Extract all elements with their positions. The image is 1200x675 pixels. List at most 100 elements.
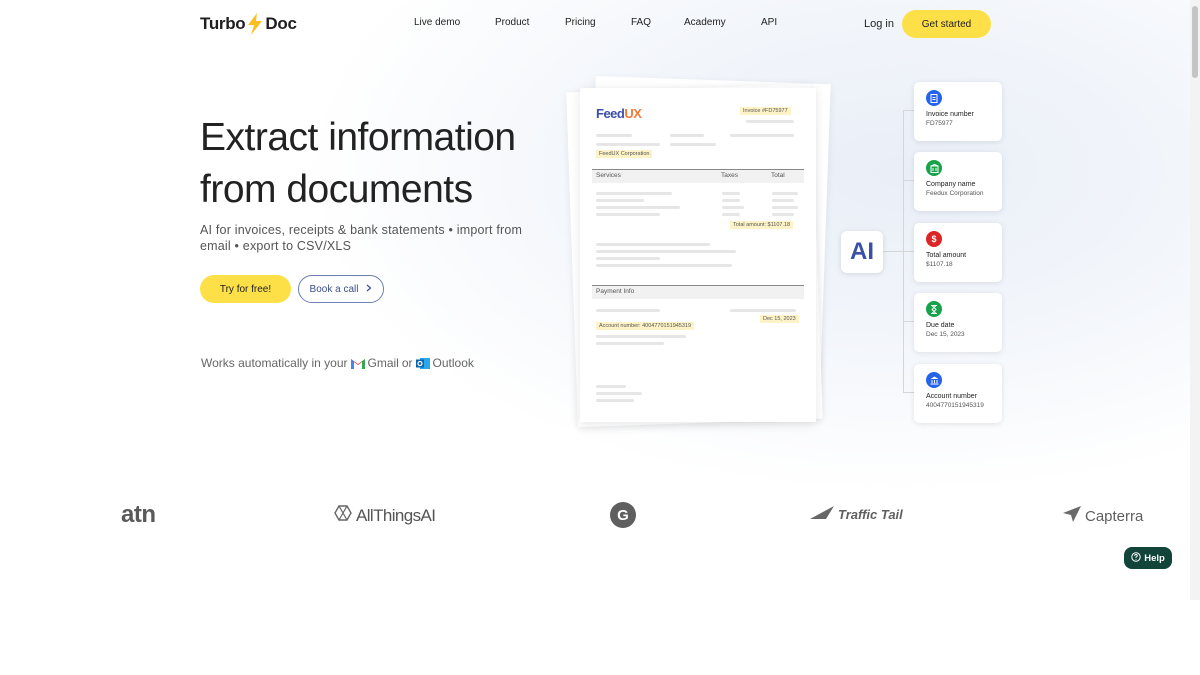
card-value: $1107.18 [926, 261, 953, 268]
brand-allthingsai: AllThingsAI [334, 505, 436, 526]
line [722, 192, 740, 195]
nav-faq[interactable]: FAQ [631, 17, 651, 28]
outlook-label: Outlook [432, 356, 474, 371]
line [596, 243, 710, 246]
line [596, 264, 732, 267]
brand-capterra: Capterra [1063, 506, 1143, 526]
field-card-invoice-number: Invoice number FD75977 [914, 82, 1002, 141]
connector [903, 251, 914, 252]
login-link[interactable]: Log in [864, 18, 894, 30]
line [596, 192, 672, 195]
document-icon [926, 90, 942, 106]
vertical-scrollbar[interactable] [1190, 0, 1200, 600]
company-tag: FeedUX Corporation [596, 150, 653, 158]
line [722, 206, 744, 209]
line [596, 399, 634, 402]
line [772, 199, 794, 202]
gmail-label: Gmail [367, 356, 399, 371]
line [596, 385, 626, 388]
gmail-icon [350, 356, 365, 370]
nav-academy[interactable]: Academy [684, 17, 726, 28]
building-icon [926, 160, 942, 176]
line [722, 199, 740, 202]
try-free-button[interactable]: Try for free! [200, 275, 291, 303]
brand-capterra-label: Capterra [1085, 507, 1144, 525]
card-label: Total amount [926, 252, 967, 259]
line [596, 257, 660, 260]
payment-info-header: Payment Info [592, 285, 804, 299]
line [670, 134, 704, 137]
field-card-due-date: Due date Dec 15, 2023 [914, 293, 1002, 352]
logo-text-left: Turbo [200, 14, 246, 33]
hero-subtitle: AI for invoices, receipts & bank stateme… [200, 223, 523, 253]
works-prefix: Works automatically in your [201, 356, 348, 371]
paper-plane-icon [810, 506, 834, 523]
brand-g2: G [610, 502, 636, 528]
nav-api[interactable]: API [761, 17, 777, 28]
invoice-tag: Invoice #FD75977 [740, 107, 791, 115]
payment-info-label: Payment Info [596, 288, 635, 295]
question-icon [1131, 551, 1141, 565]
help-label: Help [1144, 552, 1165, 564]
hourglass-icon [926, 301, 942, 317]
outlook-icon [415, 356, 430, 370]
line [596, 143, 660, 146]
logo[interactable]: Turbo Doc [200, 13, 297, 35]
hero-title: Extract information from documents [200, 112, 580, 216]
chevron-right-icon [366, 284, 372, 295]
card-value: FD75977 [926, 120, 953, 127]
card-value: Feedux Corporation [926, 190, 984, 197]
book-call-label: Book a call [309, 283, 359, 295]
brand-traffic-tail: Traffic Tail [810, 506, 903, 523]
connector [883, 251, 903, 252]
bank-icon [926, 372, 942, 388]
line [746, 120, 794, 123]
connector [903, 321, 914, 322]
bolt-icon [246, 13, 264, 35]
card-label: Account number [926, 393, 977, 400]
field-card-account-number: Account number 4004770151945319 [914, 364, 1002, 423]
line [596, 392, 642, 395]
connector [903, 110, 914, 111]
card-label: Company name [926, 181, 976, 188]
col-taxes: Taxes [721, 172, 738, 179]
works-with-line: Works automatically in your Gmail or Out… [201, 356, 474, 370]
line [772, 206, 798, 209]
total-amount-tag: Total amount: $1107.18 [730, 221, 794, 229]
line [596, 250, 736, 253]
connector [903, 180, 914, 181]
hero-title-line2: from documents [200, 168, 473, 211]
feedux-logo: FeedUX [596, 106, 642, 121]
brand-atn: atn [121, 501, 156, 528]
line [670, 143, 716, 146]
nav-live-demo[interactable]: Live demo [414, 17, 460, 28]
invoice-document: FeedUX Invoice #FD75977 FeedUX Corporati… [580, 88, 816, 422]
line [730, 134, 794, 137]
capterra-icon [1063, 506, 1081, 526]
line [596, 335, 686, 338]
card-label: Due date [926, 322, 955, 329]
card-label: Invoice number [926, 111, 974, 118]
get-started-button[interactable]: Get started [902, 10, 991, 38]
hero-title-line1: Extract information [200, 116, 516, 159]
line [772, 213, 794, 216]
scrollbar-thumb[interactable] [1192, 6, 1198, 78]
help-button[interactable]: Help [1124, 547, 1172, 569]
line [772, 192, 798, 195]
due-date-tag: Dec 15, 2023 [760, 315, 799, 323]
account-number-tag: Account number: 4004770151945319 [596, 322, 695, 330]
logo-text-right: Doc [265, 14, 297, 33]
line [730, 309, 796, 312]
services-header: Services Taxes Total [592, 169, 804, 183]
line [596, 134, 632, 137]
brand-allthingsai-label: AllThingsAI [356, 505, 436, 525]
line [596, 309, 660, 312]
nav-pricing[interactable]: Pricing [565, 17, 596, 28]
field-card-total-amount: $ Total amount $1107.18 [914, 223, 1002, 282]
col-total: Total [771, 172, 785, 179]
card-value: 4004770151945319 [926, 402, 984, 409]
line [596, 342, 664, 345]
nav-product[interactable]: Product [495, 17, 529, 28]
book-call-button[interactable]: Book a call [298, 275, 384, 303]
feedux-logo-b: UX [624, 106, 642, 121]
